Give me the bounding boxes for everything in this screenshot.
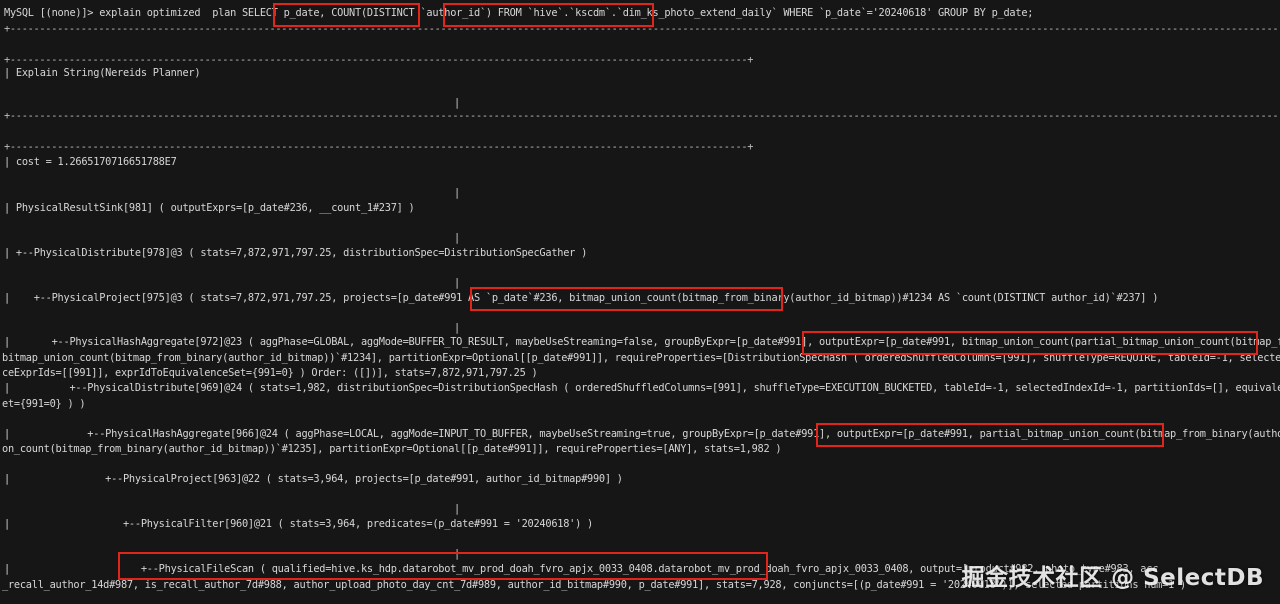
- column-header: | Explain String(Nereids Planner): [4, 67, 201, 79]
- plan-line: | +--PhysicalFilter[960]@21 ( stats=3,96…: [4, 518, 593, 530]
- table-border: |: [454, 503, 460, 515]
- table-border: |: [454, 277, 460, 289]
- plan-cost: | cost = 1.2665170716651788E7: [4, 156, 177, 168]
- table-border: |: [454, 232, 460, 244]
- terminal-window[interactable]: MySQL [(none)]> explain optimized plan S…: [0, 0, 1280, 604]
- plan-line: | +--PhysicalDistribute[969]@24 ( stats=…: [4, 382, 1280, 394]
- plan-line: ceExprIds=[[991]], exprIdToEquivalenceSe…: [2, 367, 538, 379]
- plan-line: | +--PhysicalProject[975]@3 ( stats=7,87…: [4, 292, 1159, 304]
- table-border: |: [454, 322, 460, 334]
- command-line[interactable]: MySQL [(none)]> explain optimized plan S…: [4, 7, 1033, 19]
- table-border: |: [454, 187, 460, 199]
- plan-line: | +--PhysicalDistribute[978]@3 ( stats=7…: [4, 247, 588, 259]
- table-border: +---------------------------------------…: [4, 141, 754, 153]
- plan-line: | PhysicalResultSink[981] ( outputExprs=…: [4, 202, 415, 214]
- table-border: +---------------------------------------…: [4, 110, 1280, 122]
- table-border: |: [454, 548, 460, 560]
- watermark-text: 掘金技术社区 @ SelectDB: [961, 565, 1264, 591]
- plan-line: et={991=0} ) ): [2, 398, 86, 410]
- plan-line: | +--PhysicalProject[963]@22 ( stats=3,9…: [4, 473, 623, 485]
- plan-line: | +--PhysicalHashAggregate[972]@23 ( agg…: [4, 336, 1280, 348]
- plan-line: bitmap_union_count(bitmap_from_binary(au…: [2, 352, 1280, 364]
- table-border: |: [454, 97, 460, 109]
- table-border: +---------------------------------------…: [4, 54, 754, 66]
- plan-line: on_count(bitmap_from_binary(author_id_bi…: [2, 443, 782, 455]
- plan-line: | +--PhysicalHashAggregate[966]@24 ( agg…: [4, 428, 1280, 440]
- table-border: +---------------------------------------…: [4, 23, 1280, 35]
